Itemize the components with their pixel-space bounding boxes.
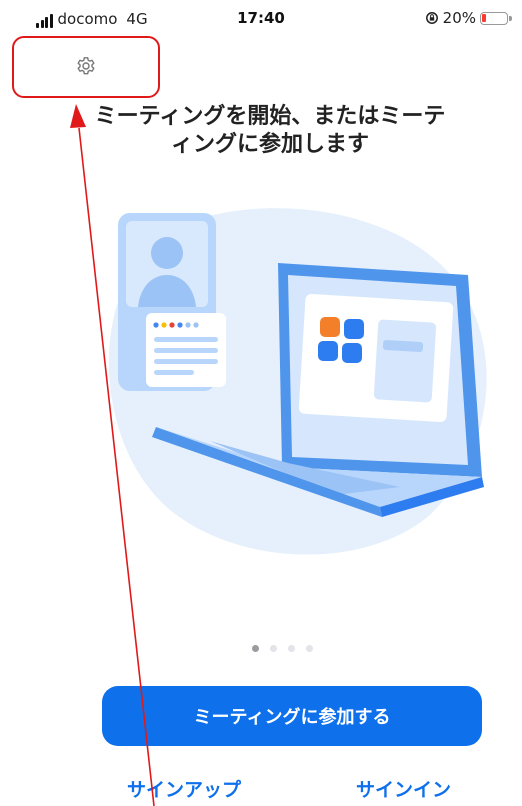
onboarding-headline: ミーティングを開始、またはミーテ ィングに参加します (60, 103, 480, 159)
page-dot[interactable] (270, 645, 277, 652)
meeting-illustration (108, 208, 487, 555)
settings-button[interactable] (12, 36, 160, 98)
battery-percent: 20% (442, 9, 476, 27)
profile-card-icon (118, 213, 226, 391)
battery-info: 20% (425, 9, 512, 27)
sign-up-link[interactable]: サインアップ (127, 775, 241, 802)
page-dot[interactable] (288, 645, 295, 652)
gear-icon (77, 57, 95, 75)
join-meeting-button[interactable]: ミーティングに参加する (102, 686, 482, 746)
page-dot-active[interactable] (252, 645, 259, 652)
page-indicator (252, 645, 313, 652)
orientation-lock-icon (425, 12, 438, 24)
battery-icon (480, 11, 512, 25)
headline-line-1: ミーティングを開始、またはミーテ (94, 104, 446, 129)
sign-in-link[interactable]: サインイン (356, 775, 451, 802)
page-dot[interactable] (306, 645, 313, 652)
status-bar: docomo 4G 17:40 20% (0, 0, 522, 36)
headline-line-2: ィングに参加します (170, 132, 369, 157)
